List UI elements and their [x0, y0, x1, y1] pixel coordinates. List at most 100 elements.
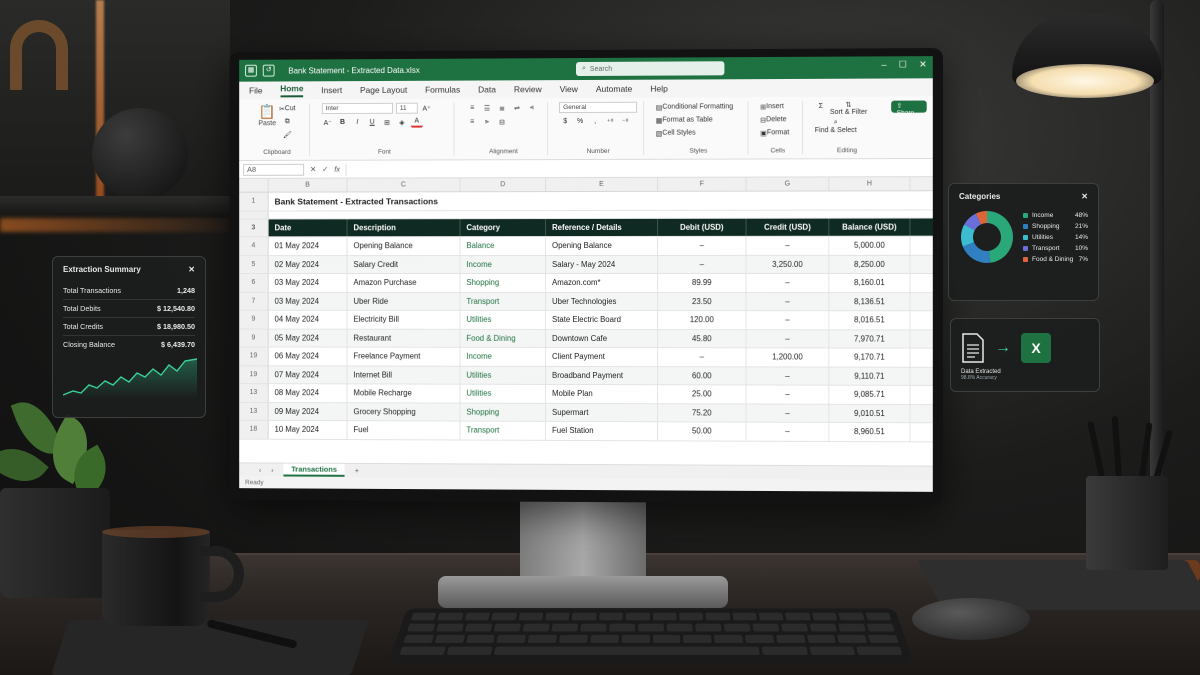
debit-cell[interactable]: 120.00: [658, 311, 746, 329]
description-cell[interactable]: Fuel: [348, 421, 461, 439]
autosum-icon[interactable]: Σ: [815, 101, 827, 112]
align-right-icon[interactable]: ⫸: [481, 116, 493, 127]
currency-icon[interactable]: $: [559, 116, 571, 127]
category-cell[interactable]: Shopping: [460, 403, 546, 421]
debit-cell[interactable]: 75.20: [658, 404, 746, 422]
balance-cell[interactable]: 5,000.00: [829, 237, 910, 255]
row-number[interactable]: 13: [239, 384, 268, 401]
column-header[interactable]: G: [747, 177, 830, 190]
balance-cell[interactable]: 8,960.51: [829, 423, 910, 441]
minimize-icon[interactable]: –: [881, 59, 886, 70]
column-header[interactable]: C: [348, 178, 461, 191]
shrink-font-icon[interactable]: A⁻: [322, 117, 334, 128]
description-cell[interactable]: Electricity Bill: [348, 311, 461, 329]
credit-cell[interactable]: –: [747, 404, 830, 422]
sort-filter-button[interactable]: ⇅ Sort & Filter: [830, 101, 867, 116]
date-cell[interactable]: 01 May 2024: [269, 237, 348, 254]
menu-automate[interactable]: Automate: [596, 84, 632, 94]
credit-cell[interactable]: –: [747, 385, 830, 403]
balance-cell[interactable]: 9,010.51: [829, 404, 910, 422]
sheet-tab-transactions[interactable]: Transactions: [283, 464, 344, 477]
conditional-formatting-button[interactable]: ▤ Conditional Formatting: [656, 101, 733, 112]
balance-cell[interactable]: 9,170.71: [829, 348, 910, 366]
wrap-text-icon[interactable]: ⇌: [511, 102, 523, 113]
debit-cell[interactable]: 60.00: [658, 367, 746, 385]
reference-cell[interactable]: Client Payment: [546, 348, 658, 366]
header-cell[interactable]: Debit (USD): [658, 218, 746, 236]
debit-cell[interactable]: 89.99: [658, 274, 746, 292]
description-cell[interactable]: Restaurant: [348, 329, 461, 347]
description-cell[interactable]: Salary Credit: [348, 256, 461, 273]
number-format-select[interactable]: General: [559, 102, 637, 113]
spreadsheet-grid[interactable]: B C D E F G H 1 Bank Statement - Extract…: [239, 177, 933, 465]
credit-cell[interactable]: 3,250.00: [747, 255, 830, 273]
format-as-table-button[interactable]: ▦ Format as Table: [656, 114, 733, 125]
row-number[interactable]: 9: [239, 329, 268, 346]
reference-cell[interactable]: State Electric Board: [546, 311, 658, 329]
increase-decimal-icon[interactable]: ⁺⁰: [604, 116, 616, 127]
category-cell[interactable]: Food & Dining: [460, 329, 546, 347]
format-painter-icon[interactable]: 🖌: [279, 129, 296, 140]
balance-cell[interactable]: 8,160.01: [829, 274, 910, 292]
header-cell[interactable]: Description: [348, 219, 461, 237]
close-icon[interactable]: ✕: [1081, 192, 1088, 201]
column-header[interactable]: H: [829, 177, 910, 190]
reference-cell[interactable]: Salary - May 2024: [546, 255, 658, 273]
date-cell[interactable]: 10 May 2024: [269, 421, 348, 439]
insert-cells-button[interactable]: ⊞ Insert: [760, 101, 789, 112]
balance-cell[interactable]: 8,250.00: [829, 255, 910, 273]
header-cell[interactable]: Date: [269, 219, 348, 236]
prev-sheet-icon[interactable]: ‹: [259, 465, 261, 474]
underline-icon[interactable]: U: [366, 117, 378, 128]
menu-home[interactable]: Home: [280, 83, 303, 97]
category-cell[interactable]: Utilities: [460, 311, 546, 329]
description-cell[interactable]: Uber Ride: [348, 292, 461, 309]
search-input[interactable]: ⌕ Search: [576, 61, 724, 76]
date-cell[interactable]: 04 May 2024: [269, 311, 348, 328]
row-number[interactable]: 6: [239, 274, 268, 291]
fx-icon[interactable]: fx: [334, 165, 340, 174]
percent-icon[interactable]: %: [574, 116, 586, 127]
column-header[interactable]: D: [460, 178, 546, 191]
grow-font-icon[interactable]: A⁺: [421, 103, 433, 114]
balance-cell[interactable]: 8,136.51: [829, 293, 910, 311]
date-cell[interactable]: 02 May 2024: [269, 256, 348, 273]
balance-cell[interactable]: 9,110.71: [829, 367, 910, 385]
find-select-button[interactable]: ⌕ Find & Select: [815, 119, 857, 134]
comma-icon[interactable]: ,: [589, 116, 601, 127]
row-number[interactable]: 9: [239, 311, 268, 328]
autosave-icon[interactable]: ↺: [263, 65, 275, 77]
reference-cell[interactable]: Amazon.com*: [546, 274, 658, 292]
credit-cell[interactable]: –: [747, 423, 830, 441]
name-box[interactable]: A8: [243, 163, 304, 175]
menu-view[interactable]: View: [560, 84, 578, 94]
category-cell[interactable]: Utilities: [460, 385, 546, 403]
merge-icon[interactable]: ⊟: [496, 116, 508, 127]
column-header[interactable]: F: [658, 178, 746, 191]
menu-formulas[interactable]: Formulas: [425, 85, 460, 95]
cut-button[interactable]: ✂ Cut: [279, 103, 296, 114]
font-size-select[interactable]: 11: [396, 103, 418, 114]
row-number[interactable]: 18: [239, 421, 268, 438]
close-icon[interactable]: ✕: [188, 265, 195, 274]
maximize-icon[interactable]: ☐: [899, 59, 907, 70]
share-button[interactable]: ⇪ Share: [892, 101, 927, 113]
borders-icon[interactable]: ⊞: [381, 117, 393, 128]
next-sheet-icon[interactable]: ›: [271, 466, 273, 475]
header-cell[interactable]: Reference / Details: [546, 218, 658, 236]
decrease-decimal-icon[interactable]: ⁻⁰: [619, 116, 631, 127]
credit-cell[interactable]: –: [747, 330, 830, 348]
italic-icon[interactable]: I: [351, 117, 363, 128]
reference-cell[interactable]: Downtown Cafe: [546, 329, 658, 347]
debit-cell[interactable]: –: [658, 255, 746, 273]
date-cell[interactable]: 03 May 2024: [269, 274, 348, 291]
reference-cell[interactable]: Fuel Station: [546, 422, 658, 440]
category-cell[interactable]: Transport: [460, 292, 546, 310]
description-cell[interactable]: Mobile Recharge: [348, 384, 461, 402]
debit-cell[interactable]: –: [658, 348, 746, 366]
credit-cell[interactable]: –: [747, 274, 830, 292]
bold-icon[interactable]: B: [337, 117, 349, 128]
align-center-icon[interactable]: ≡: [466, 116, 478, 127]
debit-cell[interactable]: 23.50: [658, 293, 746, 311]
balance-cell[interactable]: 9,085.71: [829, 386, 910, 404]
